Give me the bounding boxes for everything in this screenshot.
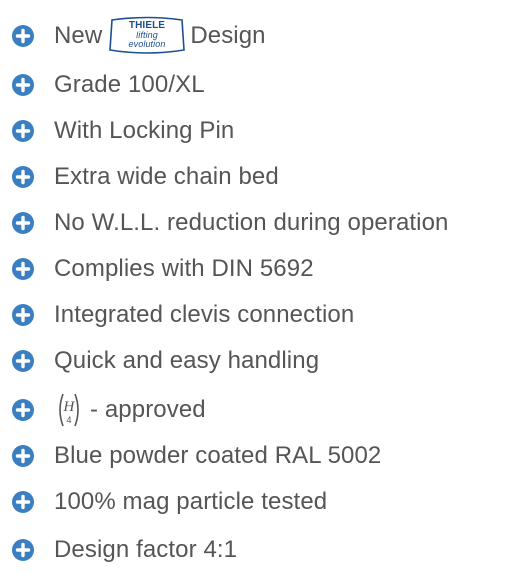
list-item: With Locking Pin [12, 111, 234, 151]
feature-label: Quick and easy handling [54, 347, 320, 374]
list-item: Design factor 4:1 [12, 530, 237, 570]
plus-circle-icon [12, 166, 34, 188]
list-item: Integrated clevis connection [12, 295, 354, 335]
feature-label: New THIELE lifting evolution Design [54, 16, 266, 56]
list-item: Blue powder coated RAL 5002 [12, 436, 381, 476]
svg-text:H: H [63, 399, 76, 415]
list-item: 100% mag particle tested [12, 482, 327, 522]
list-item: H 4 - approved [12, 390, 206, 430]
svg-text:evolution: evolution [129, 39, 166, 49]
plus-circle-icon [12, 25, 34, 47]
feature-label-approved: - approved [90, 396, 206, 423]
feature-label: 100% mag particle tested [54, 488, 328, 515]
list-item: Quick and easy handling [12, 341, 319, 381]
plus-circle-icon [12, 304, 34, 326]
plus-circle-icon [12, 491, 34, 513]
plus-circle-icon [12, 120, 34, 142]
feature-label: Integrated clevis connection [54, 301, 355, 328]
feature-label-new: New [54, 22, 103, 49]
plus-circle-icon [12, 445, 34, 467]
plus-circle-icon [12, 350, 34, 372]
plus-circle-icon [12, 539, 34, 561]
list-item: Grade 100/XL [12, 65, 205, 105]
thiele-lifting-evolution-logo: THIELE lifting evolution [109, 16, 186, 54]
plus-circle-icon [12, 74, 34, 96]
list-item: New THIELE lifting evolution Design [12, 16, 266, 56]
plus-circle-icon [12, 212, 34, 234]
feature-label: Extra wide chain bed [54, 163, 279, 190]
plus-circle-icon [12, 399, 34, 421]
plus-circle-icon [12, 258, 34, 280]
feature-label: Design factor 4:1 [54, 536, 238, 563]
feature-label: No W.L.L. reduction during operation [54, 209, 449, 236]
feature-label-design: Design [190, 22, 266, 49]
feature-label: H 4 - approved [54, 390, 206, 430]
h4-approval-seal-icon: H 4 [59, 393, 79, 427]
svg-text:4: 4 [66, 415, 71, 425]
feature-label: Complies with DIN 5692 [54, 255, 314, 282]
feature-label: Grade 100/XL [54, 71, 205, 98]
feature-label: Blue powder coated RAL 5002 [54, 442, 382, 469]
feature-label: With Locking Pin [54, 117, 235, 144]
list-item: Extra wide chain bed [12, 157, 279, 197]
list-item: Complies with DIN 5692 [12, 249, 314, 289]
list-item: No W.L.L. reduction during operation [12, 203, 449, 243]
